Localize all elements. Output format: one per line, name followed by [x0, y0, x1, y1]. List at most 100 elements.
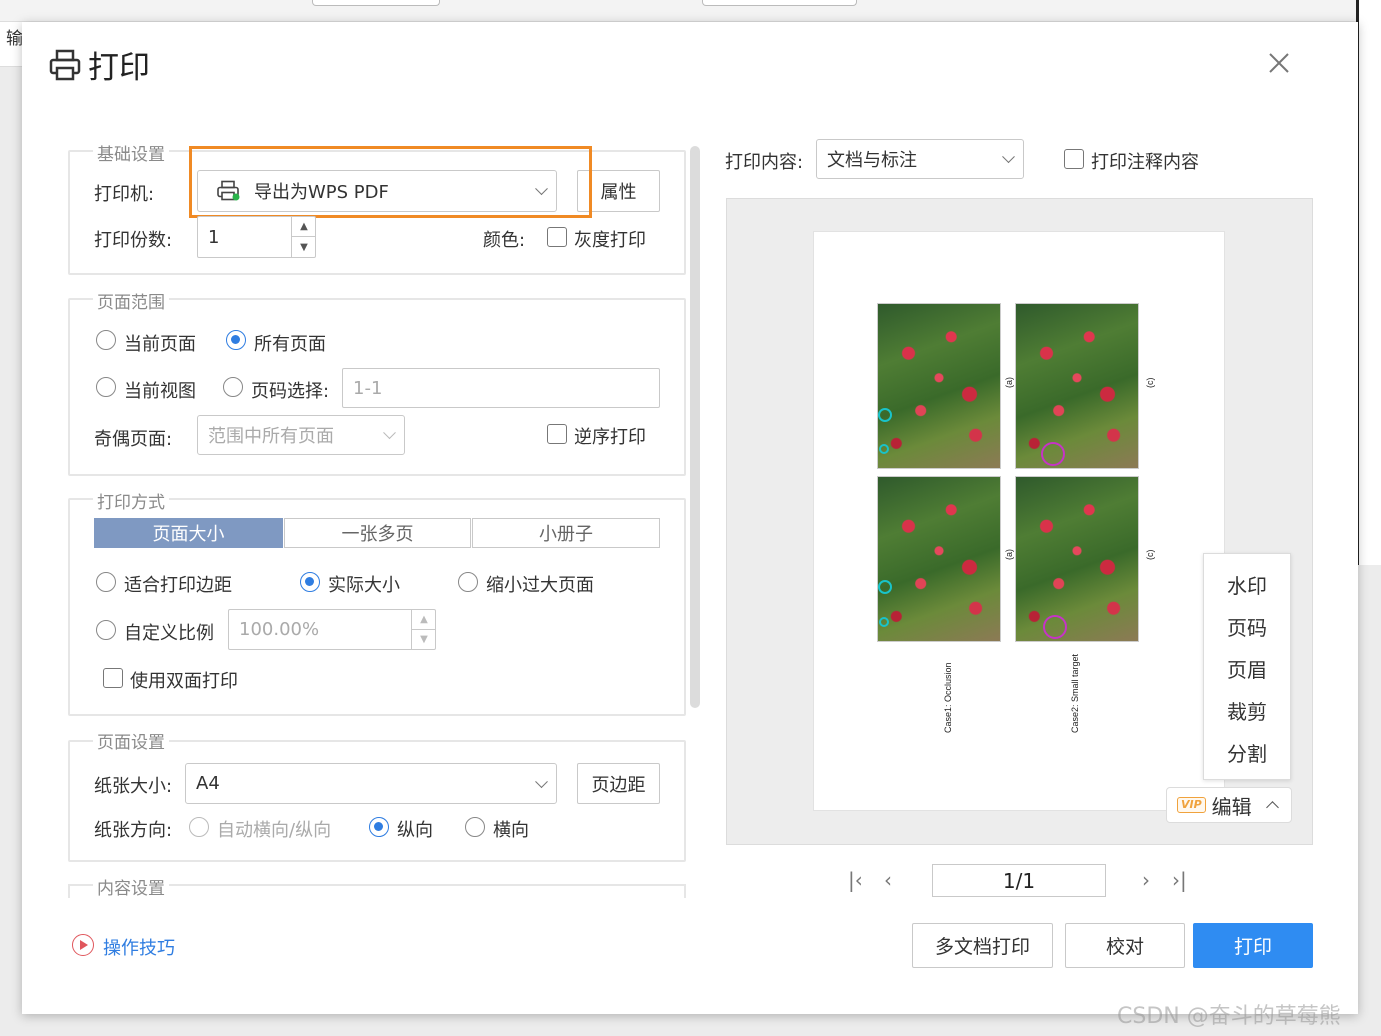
panel-label: (c): [1145, 377, 1155, 389]
print-annotations-checkbox[interactable]: [1064, 149, 1084, 169]
menu-item-page-number[interactable]: 页码: [1203, 612, 1291, 641]
page-setup-legend: 页面设置: [93, 728, 169, 753]
auto-orientation-label: 自动横向/纵向: [217, 820, 332, 841]
print-content-value: 文档与标注: [827, 150, 917, 171]
annotation-circle: [879, 617, 889, 627]
dialog-title: 打印: [88, 50, 150, 86]
chevron-down-icon: [535, 774, 548, 788]
multi-doc-print-button[interactable]: 多文档打印: [912, 923, 1053, 968]
odd-even-select[interactable]: 范围中所有页面: [197, 415, 405, 455]
close-icon[interactable]: [1264, 48, 1294, 78]
paper-size-value: A4: [196, 773, 220, 794]
shrink-large-label: 缩小过大页面: [486, 575, 594, 596]
tab-multi-page[interactable]: 一张多页: [284, 518, 471, 548]
current-page-label: 当前页面: [124, 334, 196, 355]
shrink-large-radio[interactable]: [458, 572, 478, 592]
preview-photo: [877, 303, 1001, 469]
last-page-icon[interactable]: ›|: [1172, 868, 1187, 892]
reverse-print-checkbox[interactable]: [547, 424, 567, 444]
panel-label: (c): [1145, 549, 1155, 561]
portrait-label: 纵向: [397, 820, 433, 841]
all-pages-radio[interactable]: [226, 330, 246, 350]
prev-page-icon[interactable]: ‹: [884, 868, 892, 892]
margins-button[interactable]: 页边距: [577, 763, 660, 804]
paper-size-label: 纸张大小:: [94, 776, 173, 797]
printer-highlight-box: [189, 146, 592, 218]
printer-icon: [49, 49, 81, 81]
orientation-label: 纸张方向:: [94, 820, 173, 841]
custom-scale-radio[interactable]: [96, 620, 116, 640]
page-range-legend: 页面范围: [93, 288, 169, 313]
chevron-down-icon: [383, 426, 396, 440]
copies-stepper[interactable]: 1 ▲ ▼: [197, 216, 316, 258]
preview-caption: Case2: Small target: [1070, 653, 1080, 733]
proof-button[interactable]: 校对: [1065, 923, 1185, 968]
color-label: 颜色:: [483, 230, 526, 251]
current-view-radio[interactable]: [96, 377, 116, 397]
chevron-down-icon: [1002, 150, 1015, 164]
grayscale-label: 灰度打印: [574, 230, 646, 251]
current-page-radio[interactable]: [96, 330, 116, 350]
chevron-up-icon: [1265, 801, 1279, 814]
annotation-circle: [878, 580, 892, 594]
menu-item-header[interactable]: 页眉: [1203, 654, 1291, 683]
page-select-label: 页码选择:: [251, 381, 330, 402]
grayscale-checkbox[interactable]: [547, 227, 567, 247]
tab-booklet[interactable]: 小册子: [472, 518, 660, 548]
copies-spin: ▲ ▼: [291, 217, 316, 257]
custom-scale-label: 自定义比例: [124, 623, 214, 644]
first-page-icon[interactable]: |‹: [848, 868, 863, 892]
reverse-print-label: 逆序打印: [574, 427, 646, 448]
preview-photo: [877, 476, 1001, 642]
play-icon[interactable]: [72, 934, 94, 956]
next-page-icon[interactable]: ›: [1142, 868, 1150, 892]
actual-size-radio[interactable]: [300, 572, 320, 592]
odd-even-value: 范围中所有页面: [208, 426, 334, 447]
background-toolbar: [0, 0, 1381, 22]
chevron-down-icon[interactable]: ▼: [412, 630, 436, 650]
panel-label: (a): [1004, 549, 1014, 560]
page-select-input[interactable]: 1-1: [342, 368, 660, 408]
menu-item-watermark[interactable]: 水印: [1203, 570, 1291, 599]
preview-caption: Case1: Occlusion: [943, 662, 953, 733]
background-left-char: 输: [6, 29, 23, 49]
preview-photo: [1015, 303, 1139, 469]
watermark-text: CSDN @奋斗的草莓熊: [1117, 1004, 1341, 1029]
edit-label: 编辑: [1211, 794, 1252, 819]
background-toolbar-field: [702, 0, 857, 6]
settings-scrollbar[interactable]: [690, 146, 700, 708]
custom-scale-stepper[interactable]: 100.00% ▲ ▼: [228, 609, 436, 650]
custom-scale-value: 100.00%: [239, 619, 320, 640]
print-content-select[interactable]: 文档与标注: [816, 139, 1024, 179]
menu-item-split[interactable]: 分割: [1203, 738, 1291, 767]
tips-link[interactable]: 操作技巧: [103, 934, 175, 960]
copies-value: 1: [208, 226, 220, 248]
print-annotations-label: 打印注释内容: [1091, 152, 1199, 173]
tab-page-size[interactable]: 页面大小: [94, 518, 283, 548]
menu-item-crop[interactable]: 裁剪: [1203, 696, 1291, 725]
page-indicator[interactable]: 1/1: [932, 864, 1106, 897]
annotation-circle: [879, 444, 889, 454]
chevron-up-icon[interactable]: ▲: [292, 217, 316, 237]
fit-margins-radio[interactable]: [96, 572, 116, 592]
chevron-up-icon[interactable]: ▲: [412, 610, 436, 630]
auto-orientation-radio[interactable]: [189, 817, 209, 837]
duplex-checkbox[interactable]: [103, 668, 123, 688]
panel-label: (a): [1004, 377, 1014, 388]
paper-size-select[interactable]: A4: [185, 763, 557, 804]
copies-label: 打印份数:: [94, 230, 173, 251]
landscape-label: 横向: [493, 820, 529, 841]
vip-badge: VIP: [1177, 797, 1206, 813]
odd-even-label: 奇偶页面:: [94, 429, 173, 450]
annotation-circle: [1043, 615, 1067, 639]
chevron-down-icon[interactable]: ▼: [292, 237, 316, 257]
page-indicator-value: 1/1: [1002, 868, 1036, 893]
all-pages-label: 所有页面: [254, 334, 326, 355]
landscape-radio[interactable]: [465, 817, 485, 837]
edit-button[interactable]: VIP 编辑: [1166, 787, 1292, 823]
actual-size-label: 实际大小: [328, 575, 400, 596]
background-toolbar-field: [312, 0, 440, 6]
print-button[interactable]: 打印: [1193, 923, 1313, 968]
page-select-radio[interactable]: [223, 377, 243, 397]
portrait-radio[interactable]: [369, 817, 389, 837]
